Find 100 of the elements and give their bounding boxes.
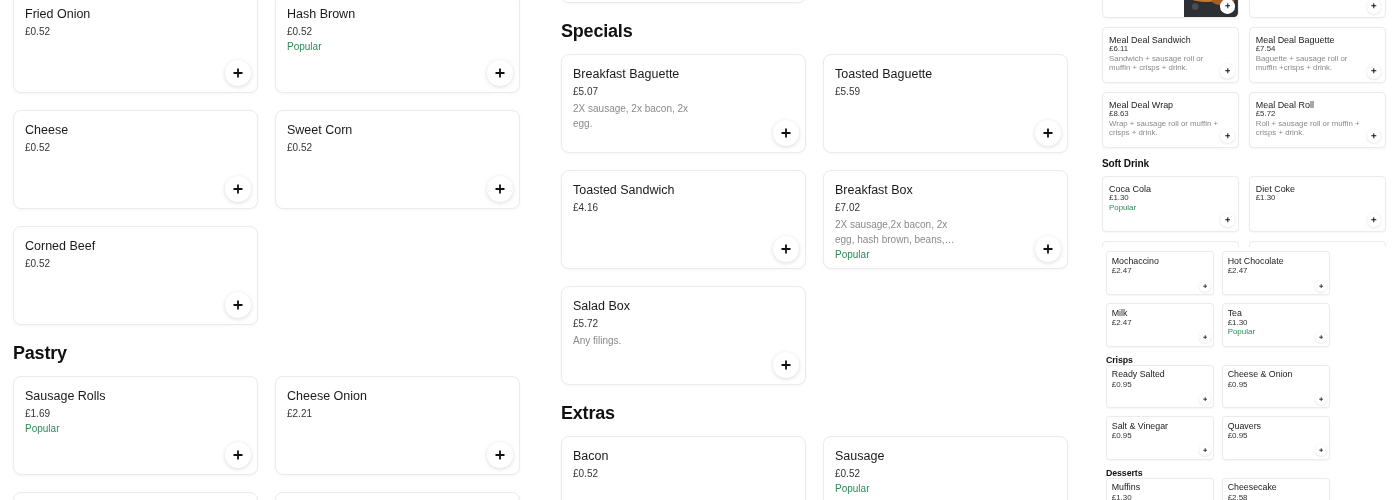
item-name: Meal Deal Wrap bbox=[1109, 99, 1174, 110]
item-card[interactable]: Ready Salted £0.95 bbox=[1105, 364, 1215, 409]
item-card[interactable]: Sweet Corn £0.52 bbox=[275, 110, 520, 209]
item-card[interactable]: Breakfast Box £7.02 2X sausage,2x bacon, 2x egg, hash brown, beans,… Popular bbox=[823, 170, 1068, 269]
item-card[interactable]: Cheesecake £2.58 bbox=[1221, 477, 1331, 500]
item-card[interactable]: Mochaccino £2.47 bbox=[1105, 251, 1215, 296]
item-name: Bacon bbox=[573, 448, 609, 464]
add-button[interactable] bbox=[1220, 212, 1235, 228]
section-heading: Extras bbox=[561, 403, 615, 424]
item-name: Mochaccino bbox=[1111, 257, 1159, 268]
item-card[interactable]: Sausage £0.52 Popular bbox=[823, 436, 1068, 500]
item-description: 2X sausage, 2x bacon, 2x egg. bbox=[573, 102, 690, 131]
section-heading: Pastry bbox=[13, 343, 67, 364]
add-button[interactable] bbox=[225, 60, 251, 86]
add-button[interactable] bbox=[1220, 63, 1235, 79]
item-price: £2.21 bbox=[287, 407, 313, 421]
item-price: £0.52 bbox=[287, 141, 313, 155]
item-price: £5.72 bbox=[573, 317, 599, 331]
item-card[interactable]: Salad Box £5.72 Any filings. bbox=[561, 286, 806, 385]
item-price: £7.02 bbox=[835, 201, 861, 215]
item-price: £0.52 bbox=[287, 25, 313, 39]
item-card[interactable]: Muffins £1.30 bbox=[1105, 477, 1215, 500]
item-name: Fried Onion bbox=[25, 6, 91, 22]
add-button[interactable] bbox=[225, 292, 251, 318]
item-name: Toasted Baguette bbox=[835, 66, 933, 82]
item-card[interactable]: Hot Chocolate £2.47 bbox=[1221, 251, 1331, 296]
item-card[interactable]: Salt & Vinegar £0.95 bbox=[1105, 415, 1215, 460]
add-button[interactable] bbox=[1035, 120, 1061, 146]
item-card[interactable]: Cheese £0.52 bbox=[13, 110, 258, 209]
item-name: Milk bbox=[1111, 308, 1128, 319]
item-card[interactable]: Corned Beef £0.52 bbox=[13, 226, 258, 325]
item-price: £5.59 bbox=[835, 85, 861, 99]
item-card[interactable]: Cheese & Onion £0.95 bbox=[1221, 364, 1331, 409]
add-button[interactable] bbox=[1366, 63, 1382, 79]
add-button[interactable] bbox=[1366, 0, 1382, 14]
add-button[interactable] bbox=[773, 236, 799, 262]
add-button[interactable] bbox=[1366, 212, 1382, 228]
item-name: Coca Cola bbox=[1109, 183, 1151, 194]
item-price: £0.52 bbox=[25, 141, 51, 155]
add-button[interactable] bbox=[487, 176, 513, 202]
item-card[interactable]: Toasted Sandwich £4.16 bbox=[561, 170, 806, 269]
add-button[interactable] bbox=[487, 60, 513, 86]
item-name: Cheesecake bbox=[1227, 483, 1277, 494]
add-button[interactable] bbox=[487, 442, 513, 468]
item-card[interactable]: Quavers £0.95 bbox=[1221, 415, 1331, 460]
section-heading: Desserts bbox=[1105, 467, 1143, 478]
item-price: £1.30 bbox=[1227, 318, 1248, 328]
plus-icon bbox=[781, 244, 791, 254]
plus-icon bbox=[781, 360, 791, 370]
plus-icon bbox=[233, 450, 243, 460]
add-button[interactable] bbox=[225, 176, 251, 202]
item-description: Any filings. bbox=[573, 334, 622, 348]
add-button[interactable] bbox=[773, 120, 799, 146]
item-card[interactable]: Bacon £0.52 bbox=[561, 436, 806, 500]
item-card[interactable]: Hash Brown £0.52 Popular bbox=[275, 0, 520, 93]
plus-icon bbox=[495, 184, 505, 194]
plus-icon bbox=[1043, 244, 1053, 254]
popular-label: Popular bbox=[835, 482, 870, 496]
item-price: £0.95 bbox=[1227, 431, 1248, 441]
add-button[interactable] bbox=[1220, 0, 1235, 14]
add-button[interactable] bbox=[1220, 128, 1235, 144]
item-name: Hot Chocolate bbox=[1227, 257, 1284, 268]
item-name: Ready Salted bbox=[1111, 370, 1165, 381]
item-card[interactable]: Sausage Rolls £1.69 Popular bbox=[13, 376, 258, 475]
add-button[interactable] bbox=[773, 352, 799, 378]
item-name: Cheese bbox=[25, 122, 69, 138]
plus-icon bbox=[233, 300, 243, 310]
item-price: £0.52 bbox=[835, 467, 861, 481]
item-price: £0.95 bbox=[1111, 431, 1132, 441]
item-price: £1.69 bbox=[25, 407, 51, 421]
add-button[interactable] bbox=[1366, 128, 1382, 144]
item-name: Diet Coke bbox=[1255, 183, 1296, 194]
item-name: Corned Beef bbox=[25, 238, 96, 254]
item-price: £2.47 bbox=[1111, 267, 1132, 277]
item-card[interactable]: Toasted Baguette £5.59 bbox=[823, 54, 1068, 153]
section-heading: Soft Drink bbox=[1101, 157, 1149, 169]
add-button[interactable] bbox=[1035, 236, 1061, 262]
item-name: Meal Deal Sandwich bbox=[1109, 34, 1191, 45]
item-card[interactable]: Cheese Onion £2.21 bbox=[275, 376, 520, 475]
item-card[interactable]: Tea £1.30 Popular bbox=[1221, 302, 1331, 347]
popular-label: Popular bbox=[287, 40, 322, 54]
plus-icon bbox=[1043, 128, 1053, 138]
item-price: £1.30 bbox=[1111, 493, 1132, 500]
item-name: Salad Box bbox=[573, 298, 630, 314]
plus-icon bbox=[495, 68, 505, 78]
item-price: £0.95 bbox=[1111, 380, 1132, 390]
item-price: £4.16 bbox=[573, 201, 599, 215]
item-price: £2.47 bbox=[1111, 318, 1132, 328]
item-card[interactable]: Breakfast Baguette £5.07 2X sausage, 2x bacon, 2x egg. bbox=[561, 54, 806, 153]
item-price: £0.52 bbox=[573, 467, 599, 481]
item-price: £0.52 bbox=[25, 25, 51, 39]
item-card[interactable]: Milk £2.47 bbox=[1105, 302, 1215, 347]
plus-icon bbox=[233, 184, 243, 194]
add-button[interactable] bbox=[225, 442, 251, 468]
item-card[interactable]: Fried Onion £0.52 bbox=[13, 0, 258, 93]
item-price: £2.47 bbox=[1227, 267, 1248, 277]
item-price: £0.52 bbox=[25, 257, 51, 271]
item-name: Toasted Sandwich bbox=[573, 182, 675, 198]
item-name: Tea bbox=[1227, 308, 1242, 319]
item-name: Cheese & Onion bbox=[1227, 370, 1293, 381]
